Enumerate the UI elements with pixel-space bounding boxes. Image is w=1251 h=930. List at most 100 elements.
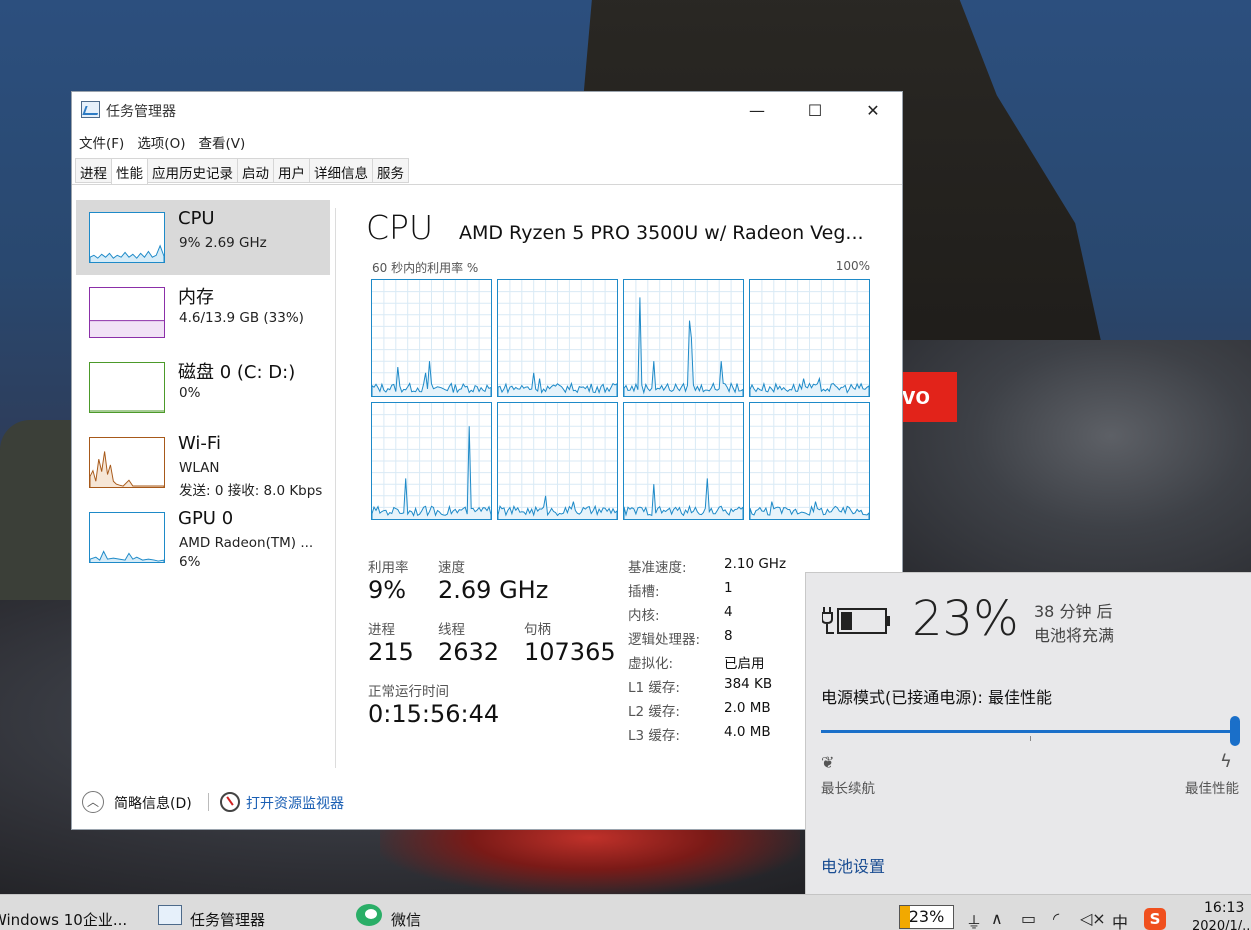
sidebar-item-cpu[interactable]: CPU 9% 2.69 GHz (76, 200, 330, 275)
menu-view[interactable]: 查看(V) (198, 129, 252, 153)
gpu-thumbnail-graph (89, 512, 165, 563)
tab-services[interactable]: 服务 (372, 158, 409, 183)
spec-value: 8 (724, 628, 733, 644)
best-performance-label: 最佳性能 (1185, 781, 1239, 797)
tab-processes[interactable]: 进程 (75, 158, 112, 183)
menu-bar: 文件(F) 选项(O) 查看(V) (72, 129, 902, 153)
fewer-details-button[interactable]: 简略信息(D) (114, 793, 192, 813)
core-graph-3 (749, 279, 870, 397)
tab-divider (72, 184, 902, 185)
task-manager-window: 任务管理器 — ☐ ✕ 文件(F) 选项(O) 查看(V) 进程 性能 应用历史… (71, 91, 903, 830)
tab-details[interactable]: 详细信息 (309, 158, 373, 183)
minimize-button[interactable]: — (728, 92, 786, 128)
tab-users[interactable]: 用户 (273, 158, 310, 183)
tab-strip: 进程 性能 应用历史记录 启动 用户 详细信息 服务 (75, 158, 409, 185)
speed-value: 2.69 GHz (438, 576, 549, 604)
ime-indicator[interactable]: 中 (1112, 909, 1128, 930)
close-button[interactable]: ✕ (844, 92, 902, 128)
sidebar-item-disk[interactable]: 磁盘 0 (C: D:) 0% (76, 350, 330, 425)
memory-thumbnail-graph (89, 287, 165, 338)
sidebar-item-wifi[interactable]: Wi-Fi WLAN 发送: 0 接收: 8.0 Kbps (76, 425, 330, 500)
spec-value: 384 KB (724, 676, 773, 692)
speed-label: 速度 (438, 560, 465, 576)
chevron-up-icon[interactable]: ︿ (82, 791, 104, 813)
sidebar-item-title: Wi-Fi (178, 433, 221, 454)
core-graph-4 (371, 402, 492, 520)
taskbar-battery-percent[interactable]: 23% (899, 905, 954, 929)
spec-label: L2 缓存: (628, 704, 680, 720)
cpu-model-name: AMD Ryzen 5 PRO 3500U w/ Radeon Veg... (459, 222, 864, 244)
battery-tray-icon[interactable]: ▭ (1021, 909, 1036, 928)
task-manager-app-icon (81, 101, 100, 118)
window-title: 任务管理器 (106, 104, 176, 120)
sidebar-item-title: 磁盘 0 (C: D:) (178, 362, 296, 383)
sidebar-item-subtitle: 9% 2.69 GHz (179, 235, 267, 251)
sidebar-item-subtitle: 0% (179, 385, 201, 401)
best-battery-label: 最长续航 (821, 781, 875, 797)
core-graph-0 (371, 279, 492, 397)
core-graph-2 (623, 279, 744, 397)
spec-label: L3 缓存: (628, 728, 680, 744)
chevron-up-icon[interactable]: ∧ (991, 909, 1003, 928)
wifi-icon[interactable]: ◜ (1053, 909, 1059, 928)
sidebar-divider (335, 208, 336, 768)
lightning-icon: ϟ (1220, 751, 1232, 772)
power-mode-slider-thumb[interactable] (1230, 716, 1240, 746)
lenovo-logo: vo (896, 372, 957, 422)
spec-label: 基准速度: (628, 560, 687, 576)
core-graph-1 (497, 279, 618, 397)
uptime-label: 正常运行时间 (368, 684, 449, 700)
processes-label: 进程 (368, 622, 395, 638)
spec-label: L1 缓存: (628, 680, 680, 696)
taskbar-wechat[interactable]: 微信 (391, 909, 421, 930)
speaker-muted-icon[interactable]: ◁× (1080, 909, 1106, 928)
spec-value: 已启用 (724, 656, 765, 672)
spec-label: 内核: (628, 608, 660, 624)
plug-icon[interactable]: ⏚ (966, 909, 982, 930)
open-resource-monitor-link[interactable]: 打开资源监视器 (246, 793, 344, 813)
rock-left (0, 420, 80, 600)
disk-thumbnail-graph (89, 362, 165, 413)
sidebar-item-subtitle: WLAN (179, 460, 220, 476)
menu-file[interactable]: 文件(F) (79, 129, 131, 153)
battery-time-remaining: 38 分钟 后 (1034, 602, 1113, 621)
maximize-button[interactable]: ☐ (786, 92, 844, 128)
slider-tick (1030, 736, 1031, 741)
spec-value: 4 (724, 604, 733, 620)
task-manager-icon[interactable] (158, 905, 182, 925)
resource-sidebar: CPU 9% 2.69 GHz 内存 4.6/13.9 GB (33%) 磁盘 … (76, 200, 332, 575)
tab-startup[interactable]: 启动 (237, 158, 274, 183)
handles-label: 句柄 (524, 622, 551, 638)
footer-separator (208, 793, 209, 811)
graph-caption: 60 秒内的利用率 % (372, 261, 479, 275)
battery-charging-icon (822, 607, 890, 634)
sidebar-item-memory[interactable]: 内存 4.6/13.9 GB (33%) (76, 275, 330, 350)
menu-options[interactable]: 选项(O) (137, 129, 192, 153)
title-bar[interactable]: 任务管理器 — ☐ ✕ (72, 92, 902, 128)
wifi-thumbnail-graph (89, 437, 165, 488)
clock-time[interactable]: 16:13 (1204, 900, 1244, 916)
core-graph-6 (623, 402, 744, 520)
spec-value: 2.10 GHz (724, 556, 787, 572)
taskbar-windows-item[interactable]: Windows 10企业... (0, 909, 127, 930)
spec-value: 1 (724, 580, 733, 596)
graph-max-label: 100% (835, 259, 870, 273)
battery-flyout: 23% 38 分钟 后 电池将充满 电源模式(已接通电源): 最佳性能 ❦ ϟ … (805, 572, 1251, 894)
spec-label: 虚拟化: (628, 656, 674, 672)
tab-app-history[interactable]: 应用历史记录 (147, 158, 238, 183)
sidebar-item-gpu[interactable]: GPU 0 AMD Radeon(TM) ... 6% (76, 500, 330, 575)
utilization-label: 利用率 (368, 560, 409, 576)
wechat-icon[interactable] (356, 904, 382, 926)
clock-date[interactable]: 2020/1/... (1192, 919, 1251, 930)
battery-status: 电池将充满 (1034, 626, 1115, 645)
spec-label: 逻辑处理器: (628, 632, 701, 648)
tab-performance[interactable]: 性能 (111, 158, 148, 185)
battery-settings-link[interactable]: 电池设置 (821, 853, 885, 877)
taskbar-task-manager[interactable]: 任务管理器 (190, 909, 265, 930)
sogou-ime-icon[interactable]: S (1144, 908, 1166, 930)
resource-monitor-icon[interactable] (220, 792, 240, 812)
power-mode-slider-track[interactable] (821, 730, 1236, 733)
cpu-heading: CPU (366, 208, 434, 247)
sidebar-item-title: GPU 0 (178, 508, 234, 529)
battery-percentage: 23% (912, 591, 1019, 647)
